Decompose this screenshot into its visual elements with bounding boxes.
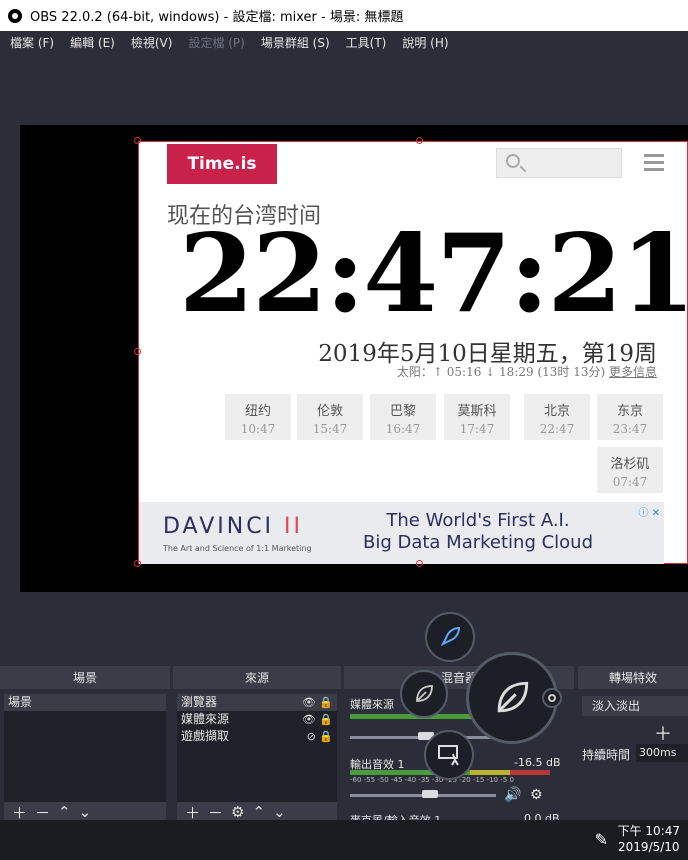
city-time: 15:47 [312,422,348,436]
add-icon[interactable]: ＋ [654,720,672,746]
taskbar: ✎ 下午 10:47 2019/5/10 [0,820,688,860]
window-title: OBS 22.0.2 (64-bit, windows) - 設定檔: mixe… [30,10,404,25]
ad-brand: DAVINCI II [163,514,303,539]
hamburger-menu-icon[interactable] [644,154,664,172]
city-name: 北京 [543,404,570,419]
menu-view[interactable]: 檢視(V) [131,34,173,51]
city-name: 巴黎 [389,404,416,419]
sources-toolbar: ＋－ ⚙ ⌃ ⌄ [177,802,337,822]
source-name: 瀏覽器 [181,695,218,709]
speaker-icon[interactable]: 🔊 [504,787,521,803]
eye-lock-icon[interactable]: 👁 🔒 [302,694,333,711]
rocket-icon[interactable] [425,612,475,662]
ad-tagline: The Art and Science of 1:1 Marketing [163,544,312,553]
city-card[interactable]: 伦敦 15:47 [297,394,363,440]
resize-handle[interactable] [134,560,141,567]
scenes-toolbar: ＋－ ⌃ ⌄ [4,802,166,822]
ad-headline: The World's First A.I. Big Data Marketing… [353,510,603,554]
city-card[interactable]: 北京 22:47 [524,394,590,440]
source-item[interactable]: 媒體來源 👁 🔒 [177,711,337,728]
ad-headline-line: The World's First A.I. [386,510,570,531]
resize-handle[interactable] [416,560,423,567]
gear-icon[interactable] [542,688,562,708]
transition-select[interactable]: 淡入淡出 [582,696,688,716]
mixer-db: -16.5 dB [514,756,561,769]
scenes-dock-title: 場景 [0,666,170,689]
eye-lock-icon[interactable]: 👁 🔒 [302,711,333,728]
city-name: 东京 [616,404,643,419]
city-card[interactable]: 巴黎 16:47 [370,394,436,440]
taskbar-clock[interactable]: 下午 10:47 2019/5/10 [618,823,680,855]
menu-file[interactable]: 檔案 (F) [10,34,54,51]
ad-headline-line: Big Data Marketing Cloud [362,532,594,553]
scene-item[interactable]: 場景 [4,694,166,711]
up-icon[interactable]: ⌃ [58,803,71,821]
gear-icon[interactable]: ⚙ [231,803,244,821]
menu-scene-collection[interactable]: 場景群組 (S) [261,34,330,51]
search-input[interactable] [496,148,622,178]
city-card[interactable]: 纽约 10:47 [225,394,291,440]
city-time: 23:47 [612,422,648,436]
city-name: 纽约 [244,404,271,419]
search-icon [506,154,520,168]
timeis-logo: Time.is [167,144,277,184]
menu-bar: 檔案 (F) 編輯 (E) 檢視(V) 設定檔 (P) 場景群組 (S) 工具(… [0,31,688,54]
sources-dock-title: 來源 [173,666,341,689]
city-name: 伦敦 [316,404,343,419]
source-item[interactable]: 遊戲擷取 ⊘ 🔒 [177,728,337,745]
up-icon[interactable]: ⌃ [252,803,265,821]
ad-close-icon[interactable]: ⓘ ✕ [638,504,660,519]
duration-input[interactable]: 300ms [636,744,688,762]
menu-edit[interactable]: 編輯 (E) [70,34,115,51]
desktop-walk-icon[interactable] [424,730,474,780]
source-name: 遊戲擷取 [181,729,230,743]
menu-help[interactable]: 說明 (H) [402,34,448,51]
resize-handle[interactable] [134,348,141,355]
resize-handle[interactable] [416,137,423,144]
duration-label: 持續時間 [582,748,631,762]
menu-profile[interactable]: 設定檔 (P) [188,34,244,51]
city-time: 17:47 [459,422,495,436]
city-time: 16:47 [385,422,421,436]
gear-icon[interactable]: ⚙ [530,787,543,803]
ad-banner[interactable]: DAVINCI II The Art and Science of 1:1 Ma… [139,502,664,564]
ad-brand-mark: II [284,514,304,539]
city-time: 22:47 [539,422,575,436]
taskbar-time: 下午 10:47 [617,824,680,838]
clock-time: 22:47:21 [179,211,688,337]
volume-knob[interactable] [422,790,438,798]
city-name: 洛杉矶 [610,457,650,472]
transitions-dock-title: 轉場特效 [578,666,688,689]
taskbar-date: 2019/5/10 [618,840,680,854]
city-time: 07:47 [612,475,648,489]
scenes-list: 場景 [4,694,166,802]
city-card[interactable]: 东京 23:47 [597,394,663,440]
city-name: 莫斯科 [457,404,497,419]
pen-icon[interactable]: ✎ [595,830,608,849]
city-card[interactable]: 洛杉矶 07:47 [597,447,663,493]
sun-info: 太阳：↑ 05:16 ↓ 18:29 (13时 13分) 更多信息 [397,363,657,380]
down-icon[interactable]: ⌄ [273,803,286,821]
eye-hidden-lock-icon[interactable]: ⊘ 🔒 [307,728,333,745]
city-card[interactable]: 莫斯科 17:47 [444,394,510,440]
meter-scale: -60 -55 -50 -45 -40 -35 -30 -25 -20 -15 … [350,776,514,784]
obs-logo-icon [8,8,22,23]
source-item[interactable]: 瀏覽器 👁 🔒 [177,694,337,711]
sun-times: 太阳：↑ 05:16 ↓ 18:29 (13时 13分) [396,365,606,379]
resize-handle[interactable] [134,137,141,144]
source-name: 媒體來源 [181,712,230,726]
leaf-icon[interactable] [400,670,448,718]
sun-more-link[interactable]: 更多信息 [609,365,657,379]
browser-source[interactable]: Time.is 现在的台湾时间 22:47:21 2019年5月10日星期五，第… [138,141,688,564]
sources-list: 瀏覽器 👁 🔒 媒體來源 👁 🔒 遊戲擷取 ⊘ 🔒 [177,694,337,802]
city-time: 10:47 [240,422,276,436]
menu-tools[interactable]: 工具(T) [346,34,387,51]
window-titlebar: OBS 22.0.2 (64-bit, windows) - 設定檔: mixe… [0,0,688,31]
mixer-channel-name: 媒體來源 [350,698,394,711]
ad-brand-name: DAVINCI [163,514,275,539]
down-icon[interactable]: ⌄ [79,803,92,821]
